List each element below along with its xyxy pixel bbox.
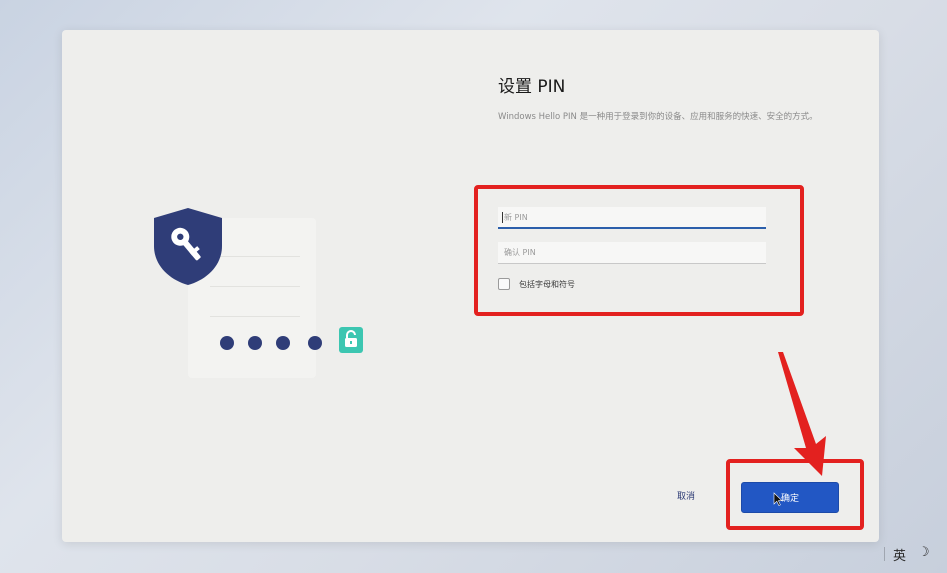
pin-dot: [220, 336, 234, 350]
setup-pin-dialog: 设置 PIN Windows Hello PIN 是一种用于登录到你的设备、应用…: [62, 30, 879, 542]
cancel-button[interactable]: 取消: [664, 483, 708, 507]
illustration-divider: [210, 286, 300, 287]
moon-icon[interactable]: ☽: [918, 545, 930, 560]
pin-dot: [276, 336, 290, 350]
unlocked-padlock-icon: [339, 327, 363, 353]
dialog-title: 设置 PIN: [498, 77, 566, 97]
pin-fields-highlight: [474, 185, 804, 316]
illustration-divider: [210, 316, 300, 317]
ime-indicator[interactable]: 英: [893, 545, 906, 564]
shield-key-icon: [154, 208, 222, 285]
taskbar-separator: [884, 547, 885, 561]
pin-dot: [308, 336, 322, 350]
dialog-description: Windows Hello PIN 是一种用于登录到你的设备、应用和服务的快速、…: [498, 112, 818, 122]
red-arrow-icon: [778, 352, 826, 476]
pin-dot: [248, 336, 262, 350]
